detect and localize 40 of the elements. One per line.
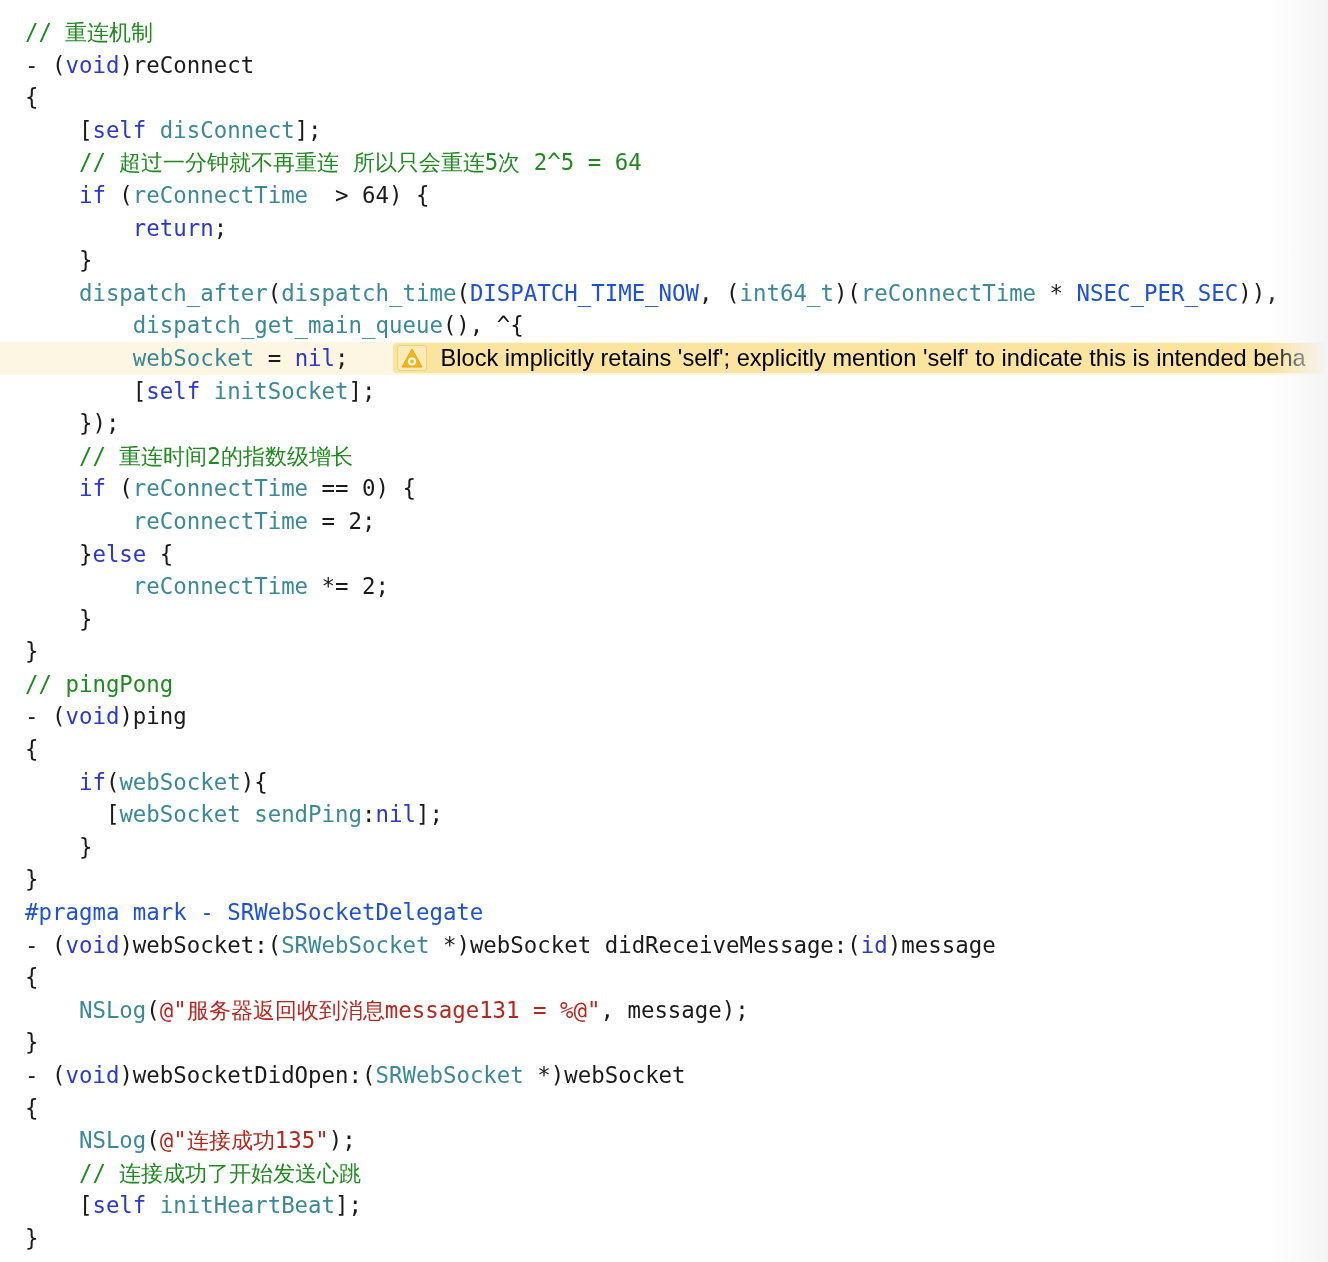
warning-text: Block implicitly retains 'self'; explicitly mention 'self' to indicate this is intended beha bbox=[440, 343, 1306, 373]
code-line: } bbox=[77, 604, 93, 634]
code-line: reConnectTime = 2; bbox=[131, 506, 376, 536]
code-line: - (void)webSocketDidOpen:(SRWebSocket *)webSocket bbox=[25, 1061, 686, 1090]
code-line: } bbox=[25, 1028, 39, 1058]
code-line: // 重连时间2的指数级增长 bbox=[77, 441, 353, 471]
code-line: } bbox=[77, 832, 93, 862]
code-line: }else { bbox=[77, 539, 174, 569]
code-line: - (void)reConnect bbox=[25, 50, 255, 80]
code-line: // 超过一分钟就不再重连 所以只会重连5次 2^5 = 64 bbox=[77, 148, 642, 178]
warning-icon bbox=[396, 345, 427, 372]
code-line: reConnectTime *= 2; bbox=[131, 572, 389, 602]
code-line: // 连接成功了开始发送心跳 bbox=[77, 1158, 362, 1188]
code-line: }); bbox=[77, 409, 120, 439]
code-line: { bbox=[25, 735, 39, 765]
code-line: #pragma mark - SRWebSocketDelegate bbox=[25, 898, 484, 928]
code-line: dispatch_after(dispatch_time(DISPATCH_TIME_NOW, (int64_t)(reConnectTime * NSEC_PER_SEC)), bbox=[77, 278, 1279, 309]
code-line: if (reConnectTime == 0) { bbox=[77, 474, 416, 504]
code-line: NSLog(@"连接成功135"); bbox=[77, 1126, 356, 1156]
code-line: NSLog(@"服务器返回收到消息message131 = %@", message); bbox=[77, 995, 749, 1025]
code-line: { bbox=[25, 963, 39, 993]
code-line: [self initSocket]; bbox=[131, 376, 376, 406]
code-line: } bbox=[25, 637, 39, 667]
code-line: // pingPong bbox=[25, 669, 174, 699]
code-line: } bbox=[25, 1223, 39, 1253]
code-line: [self initHeartBeat]; bbox=[77, 1191, 363, 1221]
code-line: if (reConnectTime > 64) { bbox=[77, 180, 430, 210]
code-line: if(webSocket){ bbox=[77, 767, 268, 797]
code-line: dispatch_get_main_queue(), ^{ bbox=[131, 311, 524, 341]
code-line: } bbox=[77, 246, 93, 276]
code-line: [webSocket sendPing:nil]; bbox=[104, 800, 443, 830]
code-line: { bbox=[25, 1093, 39, 1123]
code-line: { bbox=[25, 83, 39, 113]
code-line: // 重连机制 bbox=[25, 18, 154, 47]
code-line: [self disConnect]; bbox=[77, 115, 322, 145]
code-line: - (void)ping bbox=[25, 702, 187, 732]
code-line: } bbox=[25, 865, 39, 895]
code-line: - (void)webSocket:(SRWebSocket *)webSocket didReceiveMessage:(id)message bbox=[25, 930, 996, 960]
code-line: return; bbox=[131, 213, 228, 243]
code-line: webSocket = nil; bbox=[131, 343, 349, 373]
